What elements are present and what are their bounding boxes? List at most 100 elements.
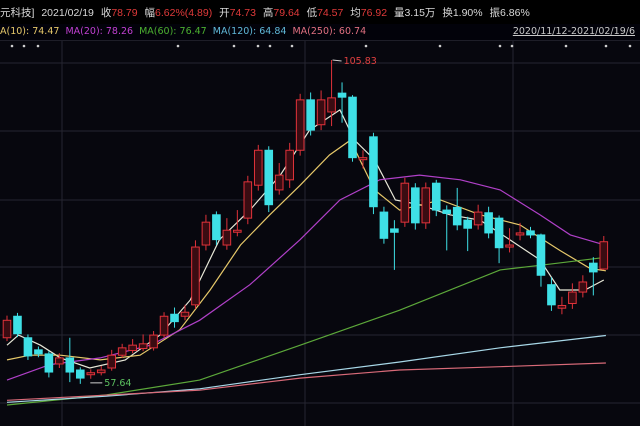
candle-up <box>473 204 483 230</box>
candle-body <box>13 315 22 335</box>
candle-body <box>431 182 441 211</box>
candle-body <box>578 281 588 293</box>
candle-body <box>337 92 347 98</box>
legend-ma120: MA(120): 64.84 <box>212 26 287 37</box>
date-range-link[interactable]: 2020/11/12-2021/02/19/6 <box>513 24 635 39</box>
candle-up <box>358 150 368 169</box>
candlestick-chart: 105.83 57.64 <box>0 40 640 426</box>
candle-body <box>400 182 410 223</box>
candle-down <box>379 206 389 244</box>
candle-body <box>96 369 106 374</box>
event-marker-dot <box>604 44 608 48</box>
high-label: 高 <box>262 7 274 19</box>
candle-body <box>557 305 567 309</box>
ma120-line <box>6 334 606 403</box>
candle-body <box>107 354 117 369</box>
candle-body <box>316 99 326 126</box>
candle-body <box>442 209 452 214</box>
candle-body <box>589 262 598 273</box>
candle-up <box>421 182 431 229</box>
legend-ma20: MA(20): 78.26 <box>65 26 134 37</box>
candle-down <box>452 187 462 231</box>
event-marker-dot <box>176 44 180 48</box>
candle-up <box>107 349 117 371</box>
candle-down <box>526 226 535 239</box>
candle-body <box>159 315 169 336</box>
candle-body <box>264 149 274 206</box>
candle-body <box>23 337 33 357</box>
legend-ma10: A(10): 74.47 <box>0 26 60 37</box>
volume-label: 量 <box>393 7 405 19</box>
candle-down <box>264 146 274 213</box>
candle-up <box>327 60 336 127</box>
candle-up <box>285 142 294 188</box>
event-marker-dot <box>510 44 514 48</box>
candle-up <box>578 275 588 298</box>
moving-average-lines <box>6 109 607 406</box>
candle-body <box>201 221 211 246</box>
candle-body <box>306 99 315 131</box>
amplitude-label: 振 <box>489 7 501 19</box>
candle-body <box>390 228 399 233</box>
candle-body <box>128 344 137 352</box>
candle-body <box>243 181 253 219</box>
open-label: 开 <box>219 7 230 19</box>
amplitude-value: 6.86% <box>500 7 530 19</box>
candle-down <box>589 257 598 296</box>
candle-body <box>473 211 483 226</box>
grid <box>0 40 640 426</box>
min-price-label: 57.64 <box>104 378 131 389</box>
high-value: 79.64 <box>273 7 300 19</box>
candle-up <box>180 304 190 321</box>
candle-down <box>75 367 85 384</box>
candle-body <box>55 357 64 365</box>
candle-down <box>442 205 452 251</box>
candle-up <box>2 315 12 342</box>
candle-down <box>212 211 221 246</box>
avg-label: 均 <box>350 7 361 19</box>
max-price-label: 105.83 <box>344 56 377 67</box>
event-marker-dot <box>438 44 442 48</box>
candle-down <box>369 132 378 215</box>
event-marker-dot <box>10 44 14 48</box>
candle-up <box>557 296 567 315</box>
candle-body <box>526 230 535 236</box>
event-marker-dot <box>628 44 632 48</box>
candle-down <box>411 183 420 230</box>
candle-body <box>274 174 284 191</box>
event-marker-dot <box>498 44 502 48</box>
stock-name[interactable]: 元科技] <box>0 7 34 19</box>
candle-up <box>149 331 158 351</box>
candle-up <box>159 312 169 338</box>
candle-up <box>295 93 305 156</box>
candle-up <box>222 218 232 250</box>
legend-ma60: MA(60): 76.47 <box>139 26 207 37</box>
legend-ma250: MA(250): 60.74 <box>292 26 367 37</box>
candle-down <box>65 337 75 383</box>
candle-body <box>233 229 242 233</box>
candle-up <box>568 283 577 309</box>
candle-body <box>295 99 305 151</box>
candle-down <box>23 334 33 360</box>
candle-up <box>201 214 211 251</box>
candle-down <box>494 215 504 264</box>
candle-body <box>138 343 148 350</box>
candle-body <box>117 347 127 356</box>
candle-body <box>547 284 556 306</box>
candle-up <box>233 210 242 237</box>
candle-body <box>494 217 504 249</box>
candle-body <box>358 157 368 161</box>
candle-body <box>568 291 577 304</box>
candle-down <box>13 312 22 338</box>
candle-down <box>170 307 179 328</box>
candle-down <box>337 82 347 123</box>
candle-body <box>253 149 263 186</box>
candle-up <box>316 90 326 131</box>
candle-body <box>505 244 514 248</box>
open-value: 74.73 <box>229 7 256 19</box>
candle-body <box>75 369 85 379</box>
change-value: 6.62%(4.89) <box>155 7 213 19</box>
candle-down <box>306 92 315 136</box>
candle-up <box>96 365 106 376</box>
ma20-line <box>6 174 607 381</box>
